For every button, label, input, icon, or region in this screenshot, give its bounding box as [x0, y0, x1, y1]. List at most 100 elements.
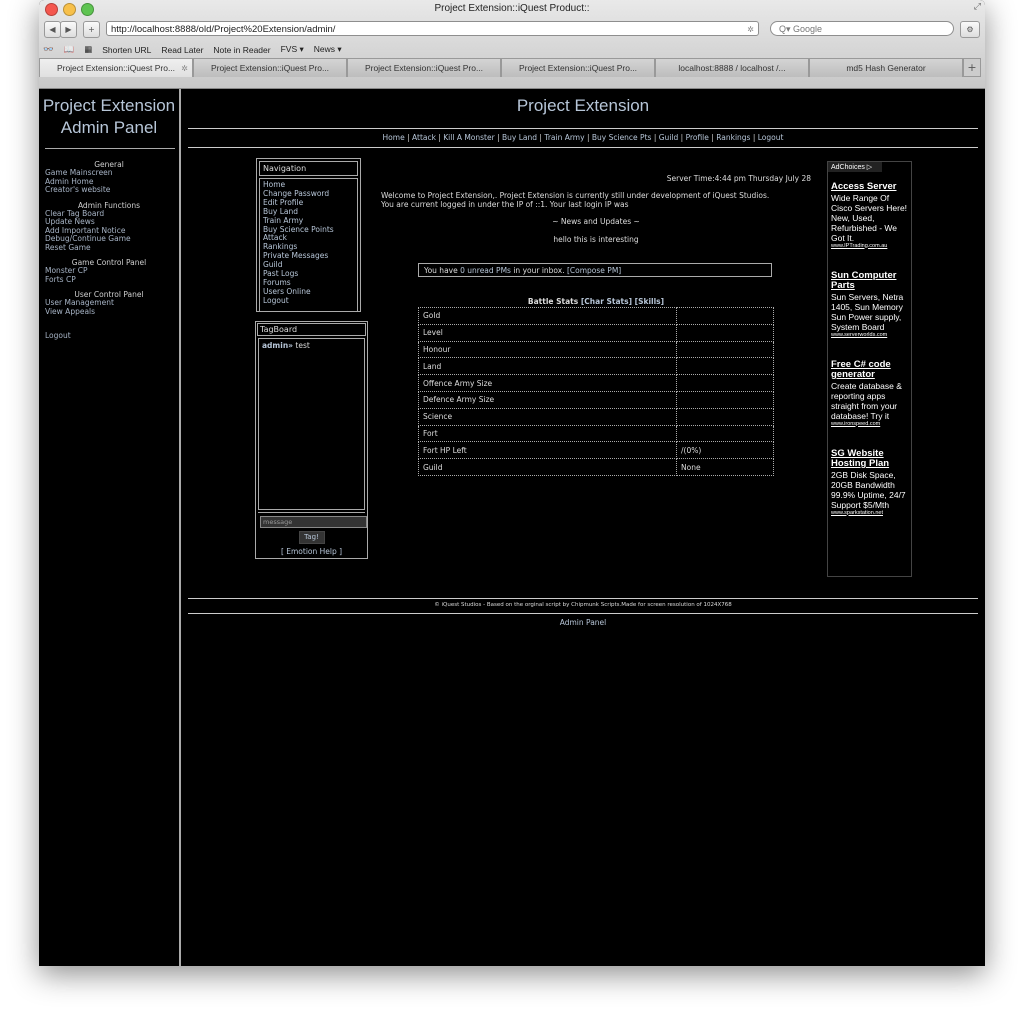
stat-value — [676, 307, 774, 325]
bookmark-shorten-url[interactable]: Shorten URL — [102, 45, 151, 55]
ad-item[interactable]: Access Server Wide Range Of Cisco Servers… — [831, 181, 908, 249]
topnav-home[interactable]: Home — [383, 133, 405, 142]
top-sites-grid-icon[interactable]: ▦ — [84, 44, 92, 55]
tab-label: md5 Hash Generator — [846, 63, 926, 73]
topnav-profile[interactable]: Profile — [686, 133, 709, 142]
char-stats-link[interactable]: [Char Stats] — [581, 297, 632, 306]
tagboard-divider — [258, 512, 365, 513]
stat-value — [676, 340, 774, 359]
ad-url-link[interactable]: www.IPTrading.com.au — [831, 243, 908, 249]
bookmarks-book-icon[interactable]: 📖 — [64, 44, 75, 55]
compose-pm-link[interactable]: [Compose PM] — [567, 266, 621, 275]
ad-url-link[interactable]: www.sparkstation.net — [831, 510, 908, 516]
ad-item[interactable]: Sun Computer Parts Sun Servers, Netra 140… — [831, 270, 908, 338]
stats-row: Offence Army Size — [418, 374, 774, 392]
inbox-notice: You have 0 unread PMs in your inbox. [Co… — [418, 263, 772, 277]
stats-row: Land — [418, 357, 774, 376]
new-tab-plus-button[interactable]: + — [83, 21, 100, 38]
ad-item[interactable]: Free C# code generator Create database & … — [831, 359, 908, 427]
ad-description: 2GB Disk Space, 20GB Bandwidth 99.9% Upt… — [831, 469, 906, 510]
topnav-logout[interactable]: Logout — [758, 133, 784, 142]
news-heading: ~ News and Updates ~ — [552, 217, 640, 226]
bookmark-fvs[interactable]: FVS ▾ — [281, 44, 304, 55]
tag-submit-button[interactable]: Tag! — [298, 531, 325, 544]
stat-value: None — [676, 458, 774, 476]
ad-title-link[interactable]: Access Server — [831, 181, 908, 193]
ad-url-link[interactable]: www.serverworlds.com — [831, 332, 908, 338]
inbox-prefix: You have — [424, 266, 458, 275]
welcome-message: Welcome to Project Extension,. Project E… — [381, 191, 821, 209]
battle-stats-section: Battle Stats [Char Stats] [Skills] Gold L… — [418, 297, 774, 476]
bookmark-note-in-reader[interactable]: Note in Reader — [213, 45, 270, 55]
reading-list-icon[interactable]: 👓 — [43, 44, 54, 55]
sidebar-link-forts-cp[interactable]: Forts CP — [39, 275, 179, 285]
tab-4[interactable]: Project Extension::iQuest Pro... — [501, 58, 655, 77]
sidebar-link-creators-website[interactable]: Creator's website — [39, 185, 179, 195]
stat-label: Guild — [418, 458, 677, 476]
tab-1[interactable]: Project Extension::iQuest Pro... ✲ — [39, 58, 193, 77]
stat-value — [676, 357, 774, 376]
tab-strip: Project Extension::iQuest Pro... ✲ Projec… — [39, 58, 985, 78]
ad-title-link[interactable]: SG Website Hosting Plan — [831, 448, 908, 470]
stats-row: Defence Army Size — [418, 390, 774, 409]
ad-description: Create database & reporting apps straigh… — [831, 380, 902, 421]
settings-gear-icon[interactable]: ⚙ — [960, 21, 980, 38]
tab-label: Project Extension::iQuest Pro... — [518, 63, 638, 73]
sidebar-divider — [45, 148, 175, 149]
back-button[interactable]: ◀ — [44, 21, 61, 38]
news-text: hello this is interesting — [553, 235, 639, 244]
loading-spinner-icon: ✲ — [181, 64, 188, 73]
tag-message-input[interactable]: message — [260, 516, 367, 528]
sidebar-logout-link[interactable]: Logout — [39, 331, 179, 341]
ad-description: Wide Range Of Cisco Servers Here! New, U… — [831, 192, 908, 243]
browser-chrome: Project Extension::iQuest Product:: ⤢ ◀ … — [39, 0, 985, 89]
topnav-rankings[interactable]: Rankings — [716, 133, 750, 142]
admin-panel-title: Project Extension Admin Panel — [39, 95, 179, 139]
new-tab-button[interactable]: + — [963, 58, 981, 77]
address-bar[interactable]: http://localhost:8888/old/Project%20Exte… — [106, 21, 759, 36]
forward-button[interactable]: ▶ — [60, 21, 77, 38]
skills-link[interactable]: [Skills] — [635, 297, 664, 306]
sidebar-link-view-appeals[interactable]: View Appeals — [39, 307, 179, 317]
window-title: Project Extension::iQuest Product:: — [434, 3, 590, 14]
ad-title-link[interactable]: Sun Computer Parts — [831, 270, 908, 292]
admin-title-line1: Project Extension — [42, 96, 176, 115]
tag-entry-user[interactable]: admin» — [262, 341, 293, 350]
tagboard-panel: TagBoard admin» test message Tag! [ Emot… — [255, 321, 368, 559]
stat-value — [676, 374, 774, 392]
tab-6[interactable]: md5 Hash Generator — [809, 58, 963, 77]
admin-title-line2: Admin Panel — [60, 118, 158, 137]
stat-value — [676, 390, 774, 409]
topnav-attack[interactable]: Attack — [412, 133, 436, 142]
topnav-guild[interactable]: Guild — [659, 133, 679, 142]
tag-entry-text: test — [295, 341, 310, 350]
tab-5[interactable]: localhost:8888 / localhost /... — [655, 58, 809, 77]
server-time: Server Time:4:44 pm Thursday July 28 — [666, 174, 811, 183]
topnav-kill-a-monster[interactable]: Kill A Monster — [443, 133, 494, 142]
topnav-buy-science-pts[interactable]: Buy Science Pts — [592, 133, 652, 142]
fullscreen-icon[interactable]: ⤢ — [974, 2, 981, 12]
tab-label: Project Extension::iQuest Pro... — [364, 63, 484, 73]
sidebar-link-reset-game[interactable]: Reset Game — [39, 243, 179, 253]
sidebar-section-user-control: User Control Panel User Management View … — [39, 290, 179, 316]
ad-item[interactable]: SG Website Hosting Plan 2GB Disk Space, 2… — [831, 448, 908, 516]
ad-url-link[interactable]: www.ironspeed.com — [831, 421, 908, 427]
tab-3[interactable]: Project Extension::iQuest Pro... — [347, 58, 501, 77]
stat-label: Land — [418, 357, 677, 376]
stat-label: Offence Army Size — [418, 374, 677, 392]
unread-pms-link[interactable]: 0 unread PMs — [460, 266, 511, 275]
nav-link-logout[interactable]: Logout — [263, 296, 354, 306]
search-field[interactable]: Q▾ Google — [770, 21, 954, 36]
page-content: Project Extension Admin Panel General Ga… — [39, 89, 985, 966]
emotion-help-link[interactable]: [ Emotion Help ] — [256, 547, 367, 556]
bookmark-read-later[interactable]: Read Later — [161, 45, 203, 55]
tab-2[interactable]: Project Extension::iQuest Pro... — [193, 58, 347, 77]
topnav-train-army[interactable]: Train Army — [544, 133, 584, 142]
topnav-buy-land[interactable]: Buy Land — [502, 133, 537, 142]
stat-value: /(0%) — [676, 441, 774, 460]
footer-admin-panel-link[interactable]: Admin Panel — [181, 618, 985, 627]
ad-title-link[interactable]: Free C# code generator — [831, 359, 908, 381]
ad-choices-label[interactable]: AdChoices ▷ — [828, 162, 882, 172]
inbox-suffix: in your inbox. — [513, 266, 565, 275]
bookmark-news[interactable]: News ▾ — [314, 44, 342, 55]
